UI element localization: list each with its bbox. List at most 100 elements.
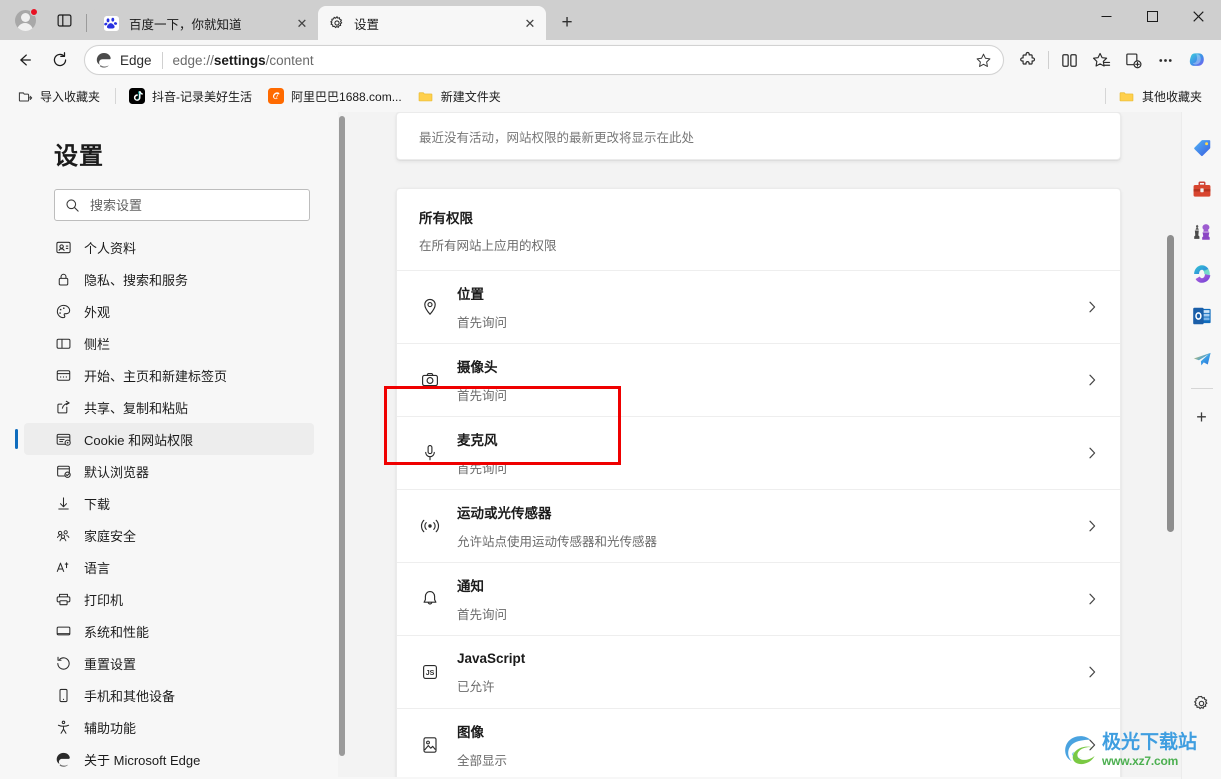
favorites-button[interactable]	[1085, 44, 1117, 76]
bookmark-new-folder[interactable]: 新建文件夹	[411, 84, 508, 108]
title-bar: 百度一下，你就知道 ✕ 设置 ✕ +	[0, 0, 1221, 40]
javascript-icon: JS	[419, 661, 441, 683]
back-button[interactable]	[8, 44, 40, 76]
sidebar-item-family-safety[interactable]: 家庭安全	[24, 519, 314, 551]
profile-avatar-button[interactable]	[8, 3, 42, 37]
bookmarks-divider-right	[1104, 88, 1106, 104]
tab-title: 百度一下，你就知道	[129, 17, 242, 32]
shopping-tag-icon[interactable]	[1188, 134, 1216, 162]
split-screen-button[interactable]	[1053, 44, 1085, 76]
sidebar-scrollbar[interactable]	[338, 112, 346, 777]
address-bar[interactable]: Edge edge://settings/content	[84, 45, 1004, 75]
content-scrollbar[interactable]	[1167, 112, 1175, 777]
copilot-button[interactable]	[1181, 44, 1213, 76]
microsoft-365-icon[interactable]	[1188, 260, 1216, 288]
baidu-favicon	[103, 15, 120, 32]
tab-settings[interactable]: 设置 ✕	[318, 6, 546, 40]
sidebar-item-accessibility[interactable]: 辅助功能	[24, 711, 314, 743]
tab-close-button[interactable]: ✕	[292, 13, 312, 33]
permission-row-images[interactable]: 图像 全部显示	[397, 708, 1120, 777]
default-browser-icon	[54, 462, 72, 480]
extensions-button[interactable]	[1012, 44, 1044, 76]
add-favorite-button[interactable]	[969, 46, 997, 74]
sidebar-item-cookies-permissions[interactable]: Cookie 和网站权限	[15, 423, 314, 455]
permission-row-javascript[interactable]: JS JavaScript 已允许	[397, 635, 1120, 708]
sidebar-item-sidebar[interactable]: 侧栏	[24, 327, 314, 359]
sidebar-item-printers[interactable]: 打印机	[24, 583, 314, 615]
recent-activity-text: 最近没有活动，网站权限的最新更改将显示在此处	[419, 130, 695, 145]
permission-row-notifications[interactable]: 通知 首先询问	[397, 562, 1120, 635]
sidebar-item-label: 手机和其他设备	[84, 688, 176, 704]
home-page-icon	[54, 366, 72, 384]
sidebar-item-languages[interactable]: 语言	[24, 551, 314, 583]
chevron-right-icon	[1082, 300, 1102, 314]
system-icon	[54, 622, 72, 640]
tools-briefcase-icon[interactable]	[1188, 176, 1216, 204]
permission-status: 首先询问	[457, 389, 508, 403]
sidebar-item-label: 默认浏览器	[84, 464, 150, 480]
permission-row-location[interactable]: 位置 首先询问	[397, 270, 1120, 343]
collections-icon	[1125, 52, 1142, 68]
sidebar-item-privacy[interactable]: 隐私、搜索和服务	[24, 263, 314, 295]
sidebar-item-label: 打印机	[84, 592, 124, 608]
bookmark-douyin[interactable]: 抖音-记录美好生活	[122, 84, 259, 108]
bookmark-import-favorites[interactable]: 导入收藏夹	[10, 84, 107, 108]
sidebar-item-label: 重置设置	[84, 656, 137, 672]
content-scrollbar-thumb[interactable]	[1167, 235, 1174, 532]
chevron-right-icon	[1082, 738, 1102, 752]
more-options-button[interactable]	[1149, 44, 1181, 76]
permission-row-motion-sensors[interactable]: 运动或光传感器 允许站点使用运动传感器和光传感器	[397, 489, 1120, 562]
sidebar-item-profile[interactable]: 个人资料	[24, 231, 314, 263]
tab-baidu[interactable]: 百度一下，你就知道 ✕	[93, 6, 318, 40]
sidebar-item-label: 共享、复制和粘贴	[84, 400, 189, 416]
sidebar-settings-button[interactable]	[1188, 689, 1216, 717]
chevron-right-icon	[1082, 373, 1102, 387]
motion-sensor-icon	[419, 515, 441, 537]
sidebar-item-phone-other-devices[interactable]: 手机和其他设备	[24, 679, 314, 711]
bookmark-alibaba[interactable]: 阿里巴巴1688.com...	[261, 84, 409, 108]
sidebar-item-share-copy-paste[interactable]: 共享、复制和粘贴	[24, 391, 314, 423]
send-plane-icon[interactable]	[1188, 344, 1216, 372]
favorites-star-icon	[1092, 52, 1110, 67]
url-host: settings	[213, 52, 266, 68]
sidebar-item-system-performance[interactable]: 系统和性能	[24, 615, 314, 647]
sidebar-item-downloads[interactable]: 下载	[24, 487, 314, 519]
tab-actions-icon	[57, 13, 71, 27]
edge-logo-icon	[96, 52, 111, 68]
add-sidebar-app-button[interactable]: +	[1188, 403, 1216, 431]
outlook-icon[interactable]	[1188, 302, 1216, 330]
new-tab-button[interactable]: +	[552, 8, 582, 38]
permission-status: 允许站点使用运动传感器和光传感器	[457, 535, 658, 549]
sidebar-item-label: 个人资料	[84, 240, 137, 256]
sidebar-item-about-edge[interactable]: 关于 Microsoft Edge	[24, 743, 314, 775]
tab-actions-button[interactable]	[48, 4, 80, 36]
close-icon	[1192, 10, 1204, 22]
sidebar-item-appearance[interactable]: 外观	[24, 295, 314, 327]
folder-icon	[1119, 88, 1135, 104]
sidebar-item-default-browser[interactable]: 默认浏览器	[24, 455, 314, 487]
minimize-button[interactable]	[1083, 0, 1129, 32]
bookmark-label: 阿里巴巴1688.com...	[291, 89, 402, 104]
close-button[interactable]	[1175, 0, 1221, 32]
tab-close-button[interactable]: ✕	[520, 13, 540, 33]
settings-search-box[interactable]	[54, 189, 310, 221]
back-arrow-icon	[20, 54, 31, 66]
refresh-button[interactable]	[44, 44, 76, 76]
window-controls	[1083, 0, 1221, 40]
maximize-button[interactable]	[1129, 0, 1175, 32]
permission-text: 图像 全部显示	[457, 721, 1082, 769]
sidebar-item-start-home-newtab[interactable]: 开始、主页和新建标签页	[24, 359, 314, 391]
games-icon[interactable]	[1188, 218, 1216, 246]
bell-icon	[419, 588, 441, 610]
bookmark-other-favorites[interactable]: 其他收藏夹	[1112, 84, 1209, 108]
sidebar-scrollbar-thumb[interactable]	[339, 116, 345, 756]
permission-row-microphone[interactable]: 麦克风 首先询问	[397, 416, 1120, 489]
more-ellipsis-icon	[1158, 58, 1172, 62]
sidebar-item-reset-settings[interactable]: 重置设置	[24, 647, 314, 679]
sidebar-settings-icon	[1193, 695, 1208, 709]
permission-row-camera[interactable]: 摄像头 首先询问	[397, 343, 1120, 416]
printer-icon	[54, 590, 72, 608]
sidebar-item-label: 下载	[84, 496, 111, 512]
collections-button[interactable]	[1117, 44, 1149, 76]
search-input[interactable]	[90, 197, 299, 213]
